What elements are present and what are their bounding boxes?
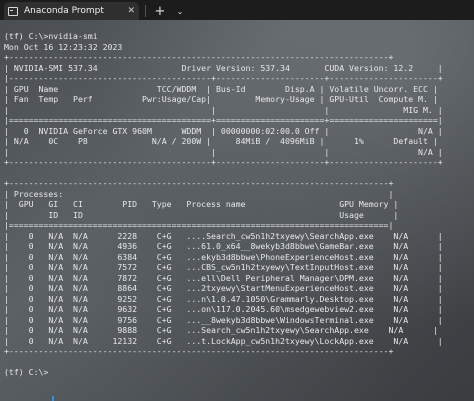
new-tab-button[interactable]: + xyxy=(152,2,168,20)
terminal-line: | 0 N/A N/A 2228 C+G ....Search_cw5n1h2t… xyxy=(4,230,443,241)
terminal-line: | | | MIG M. | xyxy=(4,104,443,115)
terminal-line: | 0 N/A N/A 12132 C+G ...t.LockApp_cw5n1… xyxy=(4,335,443,346)
terminal-line: (tf) C:\>nvidia-smi xyxy=(4,31,98,41)
close-tab-icon[interactable]: ✕ xyxy=(127,6,135,16)
terminal-line: | 0 N/A N/A 9632 C+G ...on\117.0.2045.60… xyxy=(4,304,443,314)
tab-separator xyxy=(145,5,146,17)
terminal-line: +---------------------------------------… xyxy=(4,52,394,62)
terminal-line: | N/A 0C P8 N/A / 200W | 84MiB / 4096MiB… xyxy=(4,136,438,146)
terminal-line: |---------------------------------------… xyxy=(4,73,443,83)
terminal-line: Mon Oct 16 12:23:32 2023 xyxy=(4,41,123,52)
tab-title: Anaconda Prompt xyxy=(24,6,104,16)
terminal-line: | GPU GI CI PID Type Process name GPU Me… xyxy=(4,199,399,209)
title-bar: Anaconda Prompt ✕ + ⌄ xyxy=(0,0,474,20)
terminal-line: | 0 N/A N/A 9888 C+G ...Search_cw5n1h2tx… xyxy=(4,325,438,335)
terminal-line: | 0 N/A N/A 9252 C+G ...n\1.0.47.1050\Gr… xyxy=(4,293,443,304)
tab-dropdown-button[interactable]: ⌄ xyxy=(172,2,188,20)
tab-anaconda-prompt[interactable]: Anaconda Prompt ✕ xyxy=(4,2,139,20)
text-cursor xyxy=(52,396,54,401)
terminal-line: | Fan Temp Perf Pwr:Usage/Cap| Memory-Us… xyxy=(4,94,438,104)
terminal-line: | | | N/A | xyxy=(4,146,443,157)
terminal-line: +---------------------------------------… xyxy=(4,346,394,356)
terminal-line: | ID ID Usage | xyxy=(4,209,399,220)
terminal-icon xyxy=(8,6,18,16)
terminal-line: | GPU Name TCC/WDDM | Bus-Id Disp.A | Vo… xyxy=(4,83,438,94)
terminal-line: |=======================================… xyxy=(4,220,394,230)
terminal-line: |=======================================… xyxy=(4,115,443,125)
terminal-line: | 0 N/A N/A 6384 C+G ...ekyb3d8bbwe\Phon… xyxy=(4,251,443,262)
terminal-line: | 0 N/A N/A 4936 C+G ...61.0_x64__8wekyb… xyxy=(4,241,443,251)
terminal-line: | 0 N/A N/A 9756 C+G ...__8wekyb3d8bbwe\… xyxy=(4,314,443,325)
terminal-output[interactable]: (tf) C:\>nvidia-smi Mon Oct 16 12:23:32 2… xyxy=(0,20,474,401)
terminal-line: | 0 NVIDIA GeForce GTX 960M WDDM | 00000… xyxy=(4,125,443,136)
terminal-line: | 0 N/A N/A 8864 C+G ...2txyewy\StartMen… xyxy=(4,283,443,293)
terminal-line: +---------------------------------------… xyxy=(4,178,394,188)
terminal-lines: (tf) C:\>nvidia-smi Mon Oct 16 12:23:32 2… xyxy=(4,31,474,378)
terminal-line: (tf) C:\> xyxy=(4,367,49,377)
terminal-line: | NVIDIA-SMI 537.34 Driver Version: 537.… xyxy=(4,62,443,73)
terminal-line: | Processes: | xyxy=(4,188,394,199)
terminal-line: | 0 N/A N/A 7572 C+G ...CBS_cw5n1h2txyew… xyxy=(4,262,443,272)
terminal-line: | 0 N/A N/A 7872 C+G ...ell\Dell Periphe… xyxy=(4,272,443,283)
terminal-line: +---------------------------------------… xyxy=(4,157,443,167)
